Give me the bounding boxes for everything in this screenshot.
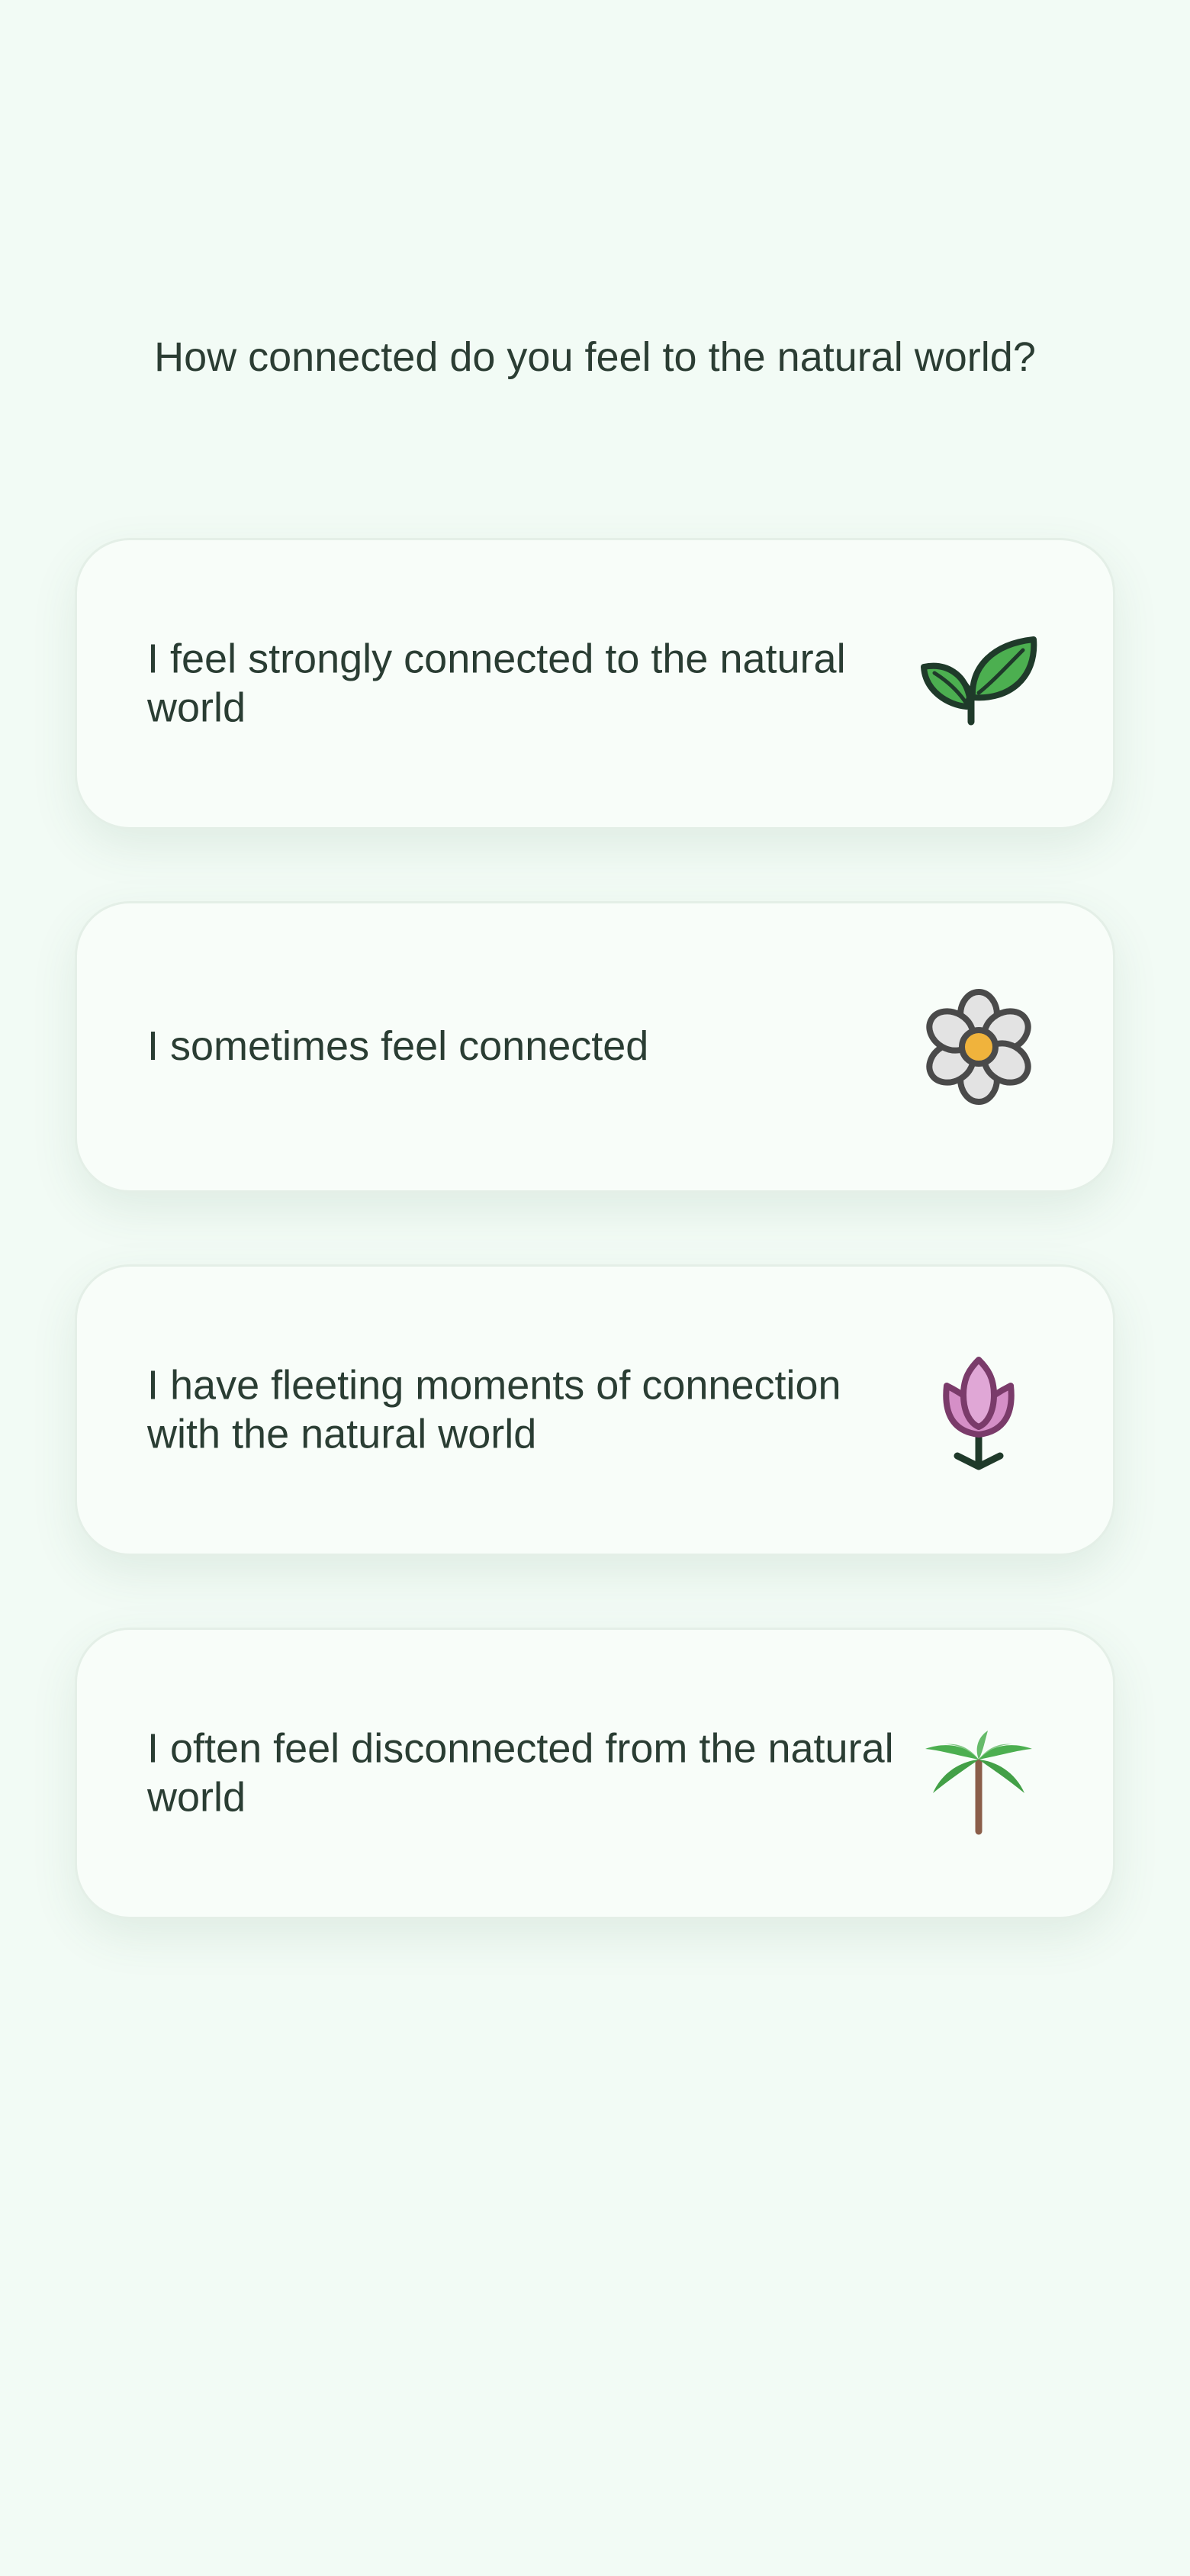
option-label: I sometimes feel connected	[147, 1023, 649, 1070]
sprout-icon	[902, 607, 1055, 760]
question-title: How connected do you feel to the natural…	[154, 334, 1036, 380]
option-label: I have fleeting moments of connection wi…	[147, 1362, 841, 1457]
option-fleeting-moments[interactable]: I have fleeting moments of connection wi…	[75, 1264, 1115, 1556]
option-label: I often feel disconnected from the natur…	[147, 1725, 894, 1820]
options-list: I feel strongly connected to the natural…	[75, 538, 1115, 1991]
option-often-disconnected[interactable]: I often feel disconnected from the natur…	[75, 1628, 1115, 1919]
option-label: I feel strongly connected to the natural…	[147, 636, 846, 730]
option-strongly-connected[interactable]: I feel strongly connected to the natural…	[75, 538, 1115, 829]
tulip-icon	[902, 1334, 1055, 1486]
option-sometimes-connected[interactable]: I sometimes feel connected	[75, 901, 1115, 1193]
daisy-icon	[902, 971, 1055, 1123]
palm-tree-icon	[902, 1697, 1055, 1850]
